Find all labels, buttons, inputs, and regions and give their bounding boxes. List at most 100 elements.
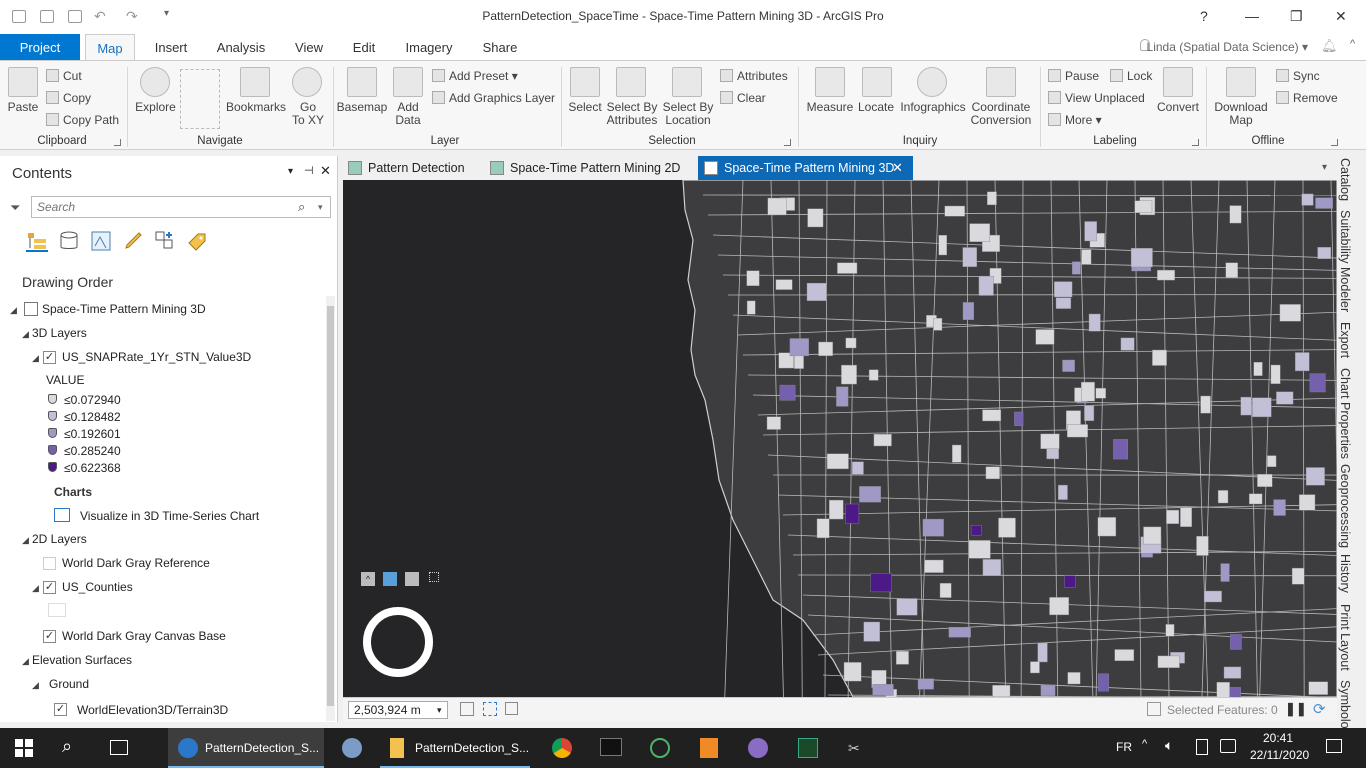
space-time-bin-bar[interactable] xyxy=(948,627,971,638)
view-tab-3d[interactable]: Space-Time Pattern Mining 3D ✕ xyxy=(698,156,913,180)
remove-button[interactable]: Remove xyxy=(1276,91,1338,105)
space-time-bin-bar[interactable] xyxy=(1257,474,1273,487)
space-time-bin-bar[interactable] xyxy=(978,275,994,296)
sync-button[interactable]: Sync xyxy=(1276,69,1320,83)
clipboard-launcher-icon[interactable] xyxy=(114,139,121,146)
tab-edit[interactable]: Edit xyxy=(344,34,384,60)
space-time-bin-bar[interactable] xyxy=(1062,359,1075,372)
basemap-button[interactable]: Basemap xyxy=(336,101,388,114)
download-map-icon[interactable] xyxy=(1226,67,1256,97)
clear-selection-button[interactable]: Clear xyxy=(720,91,766,105)
go-to-xy-icon[interactable] xyxy=(292,67,322,97)
space-time-bin-bar[interactable] xyxy=(1267,455,1277,468)
space-time-bin-bar[interactable] xyxy=(962,302,975,320)
lock-labeling-button[interactable]: Lock xyxy=(1110,69,1152,83)
list-by-selection-icon[interactable] xyxy=(90,230,112,252)
tab-analysis[interactable]: Analysis xyxy=(210,34,272,60)
paste-button[interactable]: Paste xyxy=(4,101,42,114)
space-time-bin-bar[interactable] xyxy=(1037,642,1048,663)
clock-time[interactable]: 20:41 xyxy=(1263,731,1293,745)
space-time-bin-bar[interactable] xyxy=(1225,262,1238,278)
space-time-bin-bar[interactable] xyxy=(1165,624,1175,637)
labeling-launcher-icon[interactable] xyxy=(1192,139,1199,146)
space-time-bin-bar[interactable] xyxy=(896,651,909,665)
scrollbar-thumb[interactable] xyxy=(327,306,334,706)
space-time-bin-bar[interactable] xyxy=(1113,439,1129,460)
space-time-bin-bar[interactable] xyxy=(1040,684,1056,697)
scene-view[interactable]: ^ xyxy=(343,180,1337,697)
space-time-bin-bar[interactable] xyxy=(1143,526,1162,545)
pin-icon[interactable]: ⊣ xyxy=(304,164,314,177)
taskbar-file-explorer[interactable]: PatternDetection_S... xyxy=(380,728,530,768)
space-time-bin-bar[interactable] xyxy=(1230,634,1242,650)
space-time-bin-bar[interactable] xyxy=(969,223,990,242)
close-button[interactable]: ✕ xyxy=(1335,8,1347,25)
space-time-bin-bar[interactable] xyxy=(775,279,793,290)
explore-icon[interactable] xyxy=(140,67,170,97)
contents-scrollbar[interactable] xyxy=(326,296,335,721)
space-time-bin-bar[interactable] xyxy=(1299,494,1316,511)
space-time-bin-bar[interactable] xyxy=(1301,193,1314,206)
close-view-tab-icon[interactable]: ✕ xyxy=(892,156,903,180)
collapse-map-icon[interactable]: ◢ xyxy=(10,305,17,316)
terminal-icon[interactable] xyxy=(600,738,622,756)
space-time-bin-bar[interactable] xyxy=(1308,681,1328,695)
clock-date[interactable]: 22/11/2020 xyxy=(1250,748,1309,762)
sublime-icon[interactable] xyxy=(700,738,718,758)
select-by-attributes-icon[interactable] xyxy=(616,67,646,97)
contents-search-input[interactable] xyxy=(31,196,331,218)
space-time-bin-bar[interactable] xyxy=(818,341,833,357)
space-time-bin-bar[interactable] xyxy=(1279,304,1301,322)
space-time-bin-bar[interactable] xyxy=(1216,682,1230,697)
space-time-bin-bar[interactable] xyxy=(845,503,860,524)
collapse-ground-icon[interactable]: ◢ xyxy=(32,680,39,691)
space-time-bin-bar[interactable] xyxy=(1130,247,1153,268)
space-time-bin-bar[interactable] xyxy=(944,205,965,217)
view-unplaced-button[interactable]: View Unplaced xyxy=(1048,91,1145,105)
space-time-bin-bar[interactable] xyxy=(1309,373,1326,393)
dock-geoprocessing[interactable]: Geoprocessing xyxy=(1338,464,1352,548)
select-icon[interactable] xyxy=(570,67,600,97)
action-center-icon[interactable] xyxy=(1326,739,1342,753)
space-time-bin-bar[interactable] xyxy=(1152,349,1167,366)
space-time-bin-bar[interactable] xyxy=(1291,567,1305,585)
collapse-counties-icon[interactable]: ◢ xyxy=(32,583,39,594)
space-time-bin-bar[interactable] xyxy=(1084,221,1097,242)
list-by-data-source-icon[interactable] xyxy=(58,230,80,252)
layer-3d-name[interactable]: US_SNAPRate_1Yr_STN_Value3D xyxy=(62,350,251,364)
space-time-bin-bar[interactable] xyxy=(1040,433,1060,449)
space-time-bin-bar[interactable] xyxy=(1055,297,1072,309)
counties-visibility-checkbox[interactable]: ✓ xyxy=(43,581,56,594)
offline-launcher-icon[interactable] xyxy=(1331,139,1338,146)
paste-icon[interactable] xyxy=(8,67,38,97)
measure-button[interactable]: Measure xyxy=(804,101,856,114)
tab-imagery[interactable]: Imagery xyxy=(399,34,459,60)
space-time-bin-bar[interactable] xyxy=(998,517,1016,538)
space-time-bin-bar[interactable] xyxy=(1196,536,1209,556)
tab-map[interactable]: Map xyxy=(85,34,135,60)
space-time-bin-bar[interactable] xyxy=(896,598,918,616)
copy-path-button[interactable]: Copy Path xyxy=(46,113,119,127)
space-time-bin-bar[interactable] xyxy=(841,364,857,385)
space-time-bin-bar[interactable] xyxy=(1249,493,1263,505)
space-time-bin-bar[interactable] xyxy=(922,518,944,537)
space-time-bin-bar[interactable] xyxy=(767,197,787,216)
go-to-xy-button[interactable]: Go To XY xyxy=(290,101,326,127)
space-time-bin-bar[interactable] xyxy=(1120,337,1135,351)
volume-icon[interactable]: 🔈︎ xyxy=(1165,737,1173,754)
space-time-bin-bar[interactable] xyxy=(1072,261,1081,275)
space-time-bin-bar[interactable] xyxy=(873,433,892,447)
space-time-bin-bar[interactable] xyxy=(1088,313,1101,332)
tab-share[interactable]: Share xyxy=(476,34,524,60)
add-preset-button[interactable]: Add Preset ▾ xyxy=(432,69,518,83)
space-time-bin-bar[interactable] xyxy=(1223,666,1242,679)
list-by-drawing-order-icon[interactable] xyxy=(26,230,48,252)
select-by-attributes-button[interactable]: Select By Attributes xyxy=(604,101,660,127)
space-time-bin-bar[interactable] xyxy=(1240,396,1252,416)
list-by-snapping-icon[interactable] xyxy=(154,230,176,252)
paint-icon[interactable] xyxy=(748,738,768,758)
battery-icon[interactable] xyxy=(1196,739,1208,755)
cut-button[interactable]: Cut xyxy=(46,69,82,83)
navigator-ring-icon[interactable] xyxy=(363,607,433,677)
filter-icon[interactable]: ⏷ xyxy=(10,200,20,216)
